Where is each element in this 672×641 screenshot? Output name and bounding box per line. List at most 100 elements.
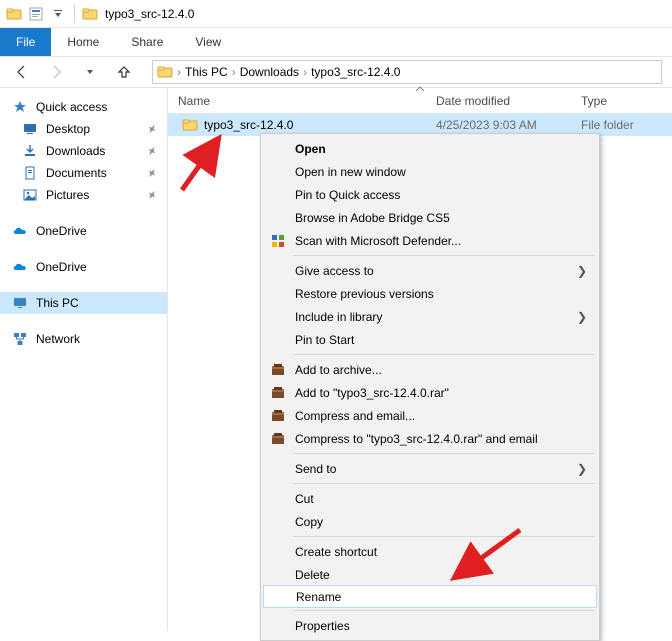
submenu-arrow-icon: ❯ — [577, 264, 587, 278]
cell-date: 4/25/2023 9:03 AM — [426, 118, 571, 132]
chevron-right-icon[interactable]: › — [303, 65, 307, 79]
sidebar-item-downloads[interactable]: Downloads — [0, 140, 167, 162]
menu-item-compress-email[interactable]: Compress and email... — [263, 404, 597, 427]
winrar-icon — [269, 361, 287, 379]
menu-item-copy[interactable]: Copy — [263, 510, 597, 533]
menu-item-scan-defender[interactable]: Scan with Microsoft Defender... — [263, 229, 597, 252]
submenu-arrow-icon: ❯ — [577, 310, 587, 324]
column-label: Date modified — [436, 94, 510, 108]
chevron-right-icon[interactable]: › — [232, 65, 236, 79]
pin-icon — [147, 146, 157, 156]
menu-separator — [293, 610, 595, 611]
folder-app-icon — [4, 4, 24, 24]
menu-item-rename[interactable]: Rename — [263, 585, 597, 608]
breadcrumb-bar: › This PC › Downloads › typo3_src-12.4.0 — [0, 56, 672, 88]
nav-label: Documents — [46, 166, 107, 180]
menu-item-add-archive[interactable]: Add to archive... — [263, 358, 597, 381]
qat-properties-icon[interactable] — [26, 4, 46, 24]
menu-item-create-shortcut[interactable]: Create shortcut — [263, 540, 597, 563]
share-tab[interactable]: Share — [115, 28, 179, 56]
winrar-icon — [269, 384, 287, 402]
menu-separator — [293, 255, 595, 256]
file-name: typo3_src-12.4.0 — [204, 118, 293, 132]
quick-access-header[interactable]: Quick access — [0, 96, 167, 118]
up-button[interactable] — [112, 60, 136, 84]
defender-icon — [269, 232, 287, 250]
recent-dropdown[interactable] — [78, 60, 102, 84]
separator — [74, 5, 75, 23]
menu-item-delete[interactable]: Delete — [263, 563, 597, 586]
menu-item-pin-quick-access[interactable]: Pin to Quick access — [263, 183, 597, 206]
sidebar-item-network[interactable]: Network — [0, 328, 167, 350]
menu-item-send-to[interactable]: Send to❯ — [263, 457, 597, 480]
sidebar-item-onedrive[interactable]: OneDrive — [0, 220, 167, 242]
ribbon-tabs: File Home Share View — [0, 28, 672, 56]
pictures-icon — [22, 187, 38, 203]
menu-separator — [293, 483, 595, 484]
sidebar-item-onedrive[interactable]: OneDrive — [0, 256, 167, 278]
window-folder-icon — [81, 5, 99, 23]
onedrive-icon — [12, 223, 28, 239]
winrar-icon — [269, 430, 287, 448]
sidebar-item-pictures[interactable]: Pictures — [0, 184, 167, 206]
sidebar-item-this-pc[interactable]: This PC — [0, 292, 167, 314]
quick-access-icon — [12, 99, 28, 115]
menu-item-pin-start[interactable]: Pin to Start — [263, 328, 597, 351]
desktop-icon — [22, 121, 38, 137]
column-header-name[interactable]: Name — [168, 88, 426, 113]
menu-item-open-new-window[interactable]: Open in new window — [263, 160, 597, 183]
qat-dropdown-icon[interactable] — [48, 4, 68, 24]
breadcrumb-segment[interactable]: typo3_src-12.4.0 — [311, 65, 400, 79]
sidebar-item-desktop[interactable]: Desktop — [0, 118, 167, 140]
view-tab[interactable]: View — [179, 28, 237, 56]
documents-icon — [22, 165, 38, 181]
nav-label: Pictures — [46, 188, 89, 202]
address-bar[interactable]: › This PC › Downloads › typo3_src-12.4.0 — [152, 60, 662, 84]
menu-separator — [293, 536, 595, 537]
downloads-icon — [22, 143, 38, 159]
forward-button[interactable] — [44, 60, 68, 84]
column-label: Type — [581, 94, 607, 108]
pin-icon — [147, 168, 157, 178]
breadcrumb-segment[interactable]: Downloads — [240, 65, 299, 79]
nav-label: Downloads — [46, 144, 105, 158]
sidebar-item-documents[interactable]: Documents — [0, 162, 167, 184]
pin-icon — [147, 190, 157, 200]
quick-access-toolbar — [4, 4, 68, 24]
pin-icon — [147, 124, 157, 134]
window-title: typo3_src-12.4.0 — [105, 7, 194, 21]
back-button[interactable] — [10, 60, 34, 84]
home-tab[interactable]: Home — [51, 28, 115, 56]
nav-label: Desktop — [46, 122, 90, 136]
breadcrumb-segment[interactable]: This PC — [185, 65, 228, 79]
context-menu: Open Open in new window Pin to Quick acc… — [260, 133, 600, 641]
menu-item-cut[interactable]: Cut — [263, 487, 597, 510]
menu-item-compress-rar-email[interactable]: Compress to "typo3_src-12.4.0.rar" and e… — [263, 427, 597, 450]
menu-item-browse-bridge[interactable]: Browse in Adobe Bridge CS5 — [263, 206, 597, 229]
menu-item-properties[interactable]: Properties — [263, 614, 597, 637]
navigation-pane: Quick access Desktop Downloads Documents… — [0, 88, 168, 631]
file-tab[interactable]: File — [0, 28, 51, 56]
menu-item-give-access[interactable]: Give access to❯ — [263, 259, 597, 282]
address-folder-icon — [157, 64, 173, 80]
menu-item-add-rar[interactable]: Add to "typo3_src-12.4.0.rar" — [263, 381, 597, 404]
winrar-icon — [269, 407, 287, 425]
column-headers: Name Date modified Type — [168, 88, 672, 114]
title-bar: typo3_src-12.4.0 — [0, 0, 672, 28]
nav-label: OneDrive — [36, 260, 87, 274]
nav-label: Network — [36, 332, 80, 346]
menu-separator — [293, 453, 595, 454]
menu-item-open[interactable]: Open — [263, 137, 597, 160]
menu-item-include-library[interactable]: Include in library❯ — [263, 305, 597, 328]
nav-label: Quick access — [36, 100, 107, 114]
cell-type: File folder — [571, 118, 672, 132]
chevron-right-icon[interactable]: › — [177, 65, 181, 79]
this-pc-icon — [12, 295, 28, 311]
submenu-arrow-icon: ❯ — [577, 462, 587, 476]
column-label: Name — [178, 94, 210, 108]
menu-item-restore-previous[interactable]: Restore previous versions — [263, 282, 597, 305]
menu-separator — [293, 354, 595, 355]
cell-name: typo3_src-12.4.0 — [168, 117, 426, 133]
sort-indicator-icon — [168, 86, 672, 92]
onedrive-icon — [12, 259, 28, 275]
